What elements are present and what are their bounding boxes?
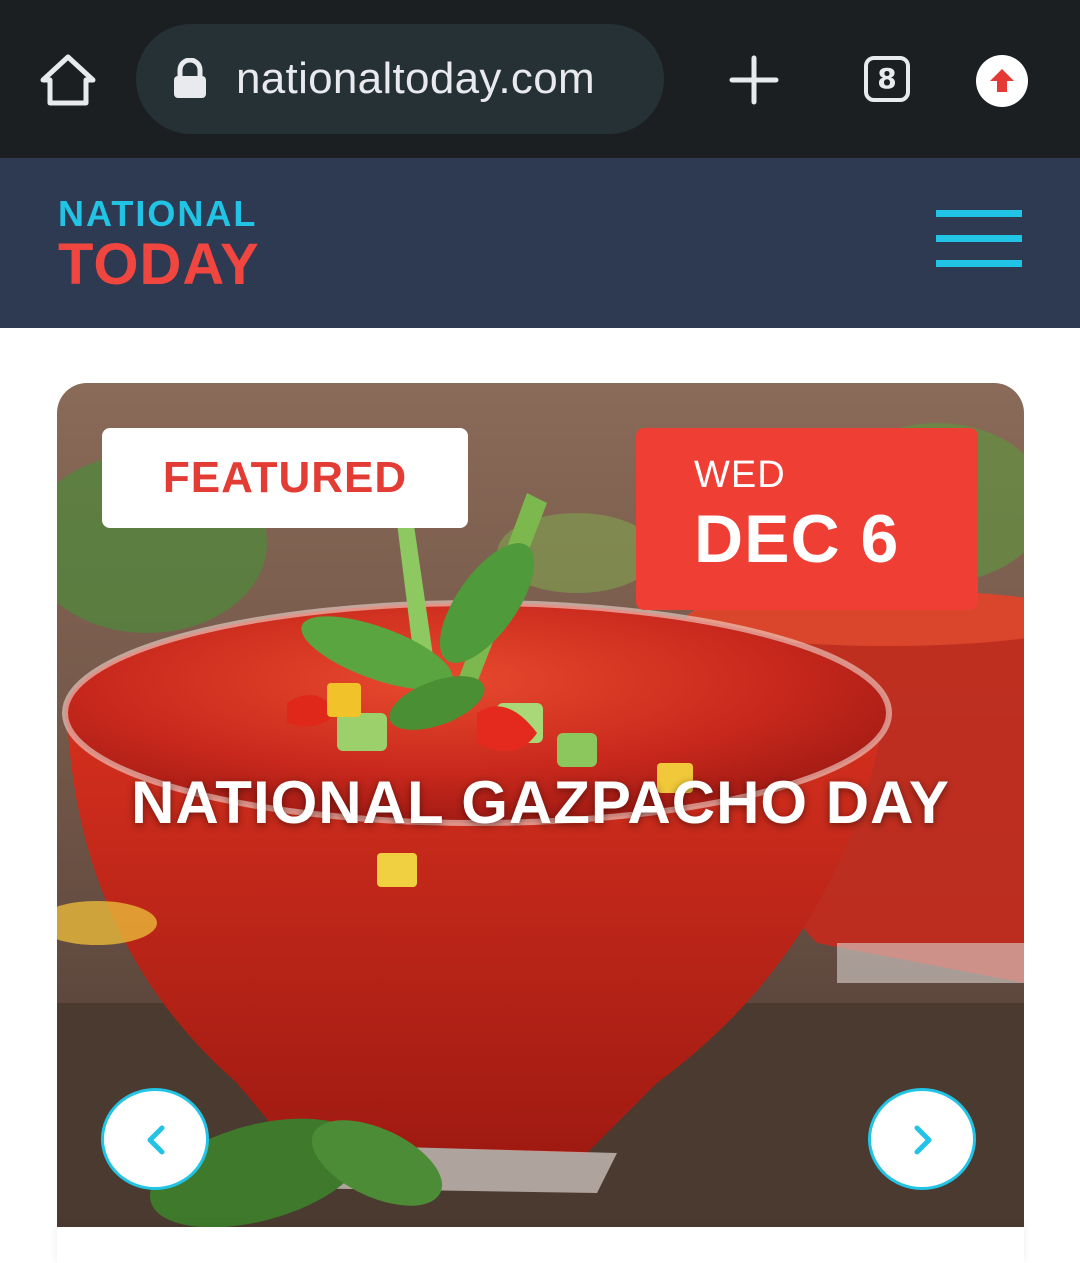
update-button[interactable] xyxy=(976,55,1028,107)
new-tab-button[interactable] xyxy=(728,54,780,106)
menu-icon xyxy=(936,210,1022,217)
carousel-prev-button[interactable] xyxy=(101,1088,209,1190)
home-button[interactable] xyxy=(38,52,98,108)
update-icon xyxy=(990,69,1014,92)
date-badge: WED DEC 6 xyxy=(636,428,978,610)
date-text: DEC 6 xyxy=(694,501,900,577)
featured-badge: FEATURED xyxy=(102,428,468,528)
next-card-edge xyxy=(57,1227,1024,1263)
url-text: nationaltoday.com xyxy=(236,54,595,103)
chevron-left-icon xyxy=(147,1125,165,1155)
site-logo[interactable]: NATIONAL TODAY xyxy=(58,196,260,296)
logo-national: NATIONAL xyxy=(58,193,258,234)
carousel-next-button[interactable] xyxy=(868,1088,976,1190)
address-bar[interactable]: nationaltoday.com xyxy=(136,24,664,134)
lock-icon xyxy=(174,58,206,98)
plus-icon xyxy=(729,55,779,105)
date-weekday: WED xyxy=(694,454,786,496)
logo-today: TODAY xyxy=(58,232,260,297)
site-header: NATIONAL TODAY xyxy=(0,158,1080,328)
home-icon xyxy=(40,54,96,106)
menu-icon-bar xyxy=(936,260,1022,267)
tab-switcher-button[interactable]: 8 xyxy=(864,56,910,102)
hamburger-menu-button[interactable] xyxy=(936,210,1022,268)
menu-icon-bar xyxy=(936,235,1022,242)
featured-title[interactable]: NATIONAL GAZPACHO DAY xyxy=(117,771,964,835)
chevron-right-icon xyxy=(914,1125,932,1155)
browser-toolbar: nationaltoday.com 8 xyxy=(0,0,1080,158)
featured-card[interactable]: FEATURED WED DEC 6 NATIONAL GAZPACHO DAY xyxy=(57,383,1024,1227)
